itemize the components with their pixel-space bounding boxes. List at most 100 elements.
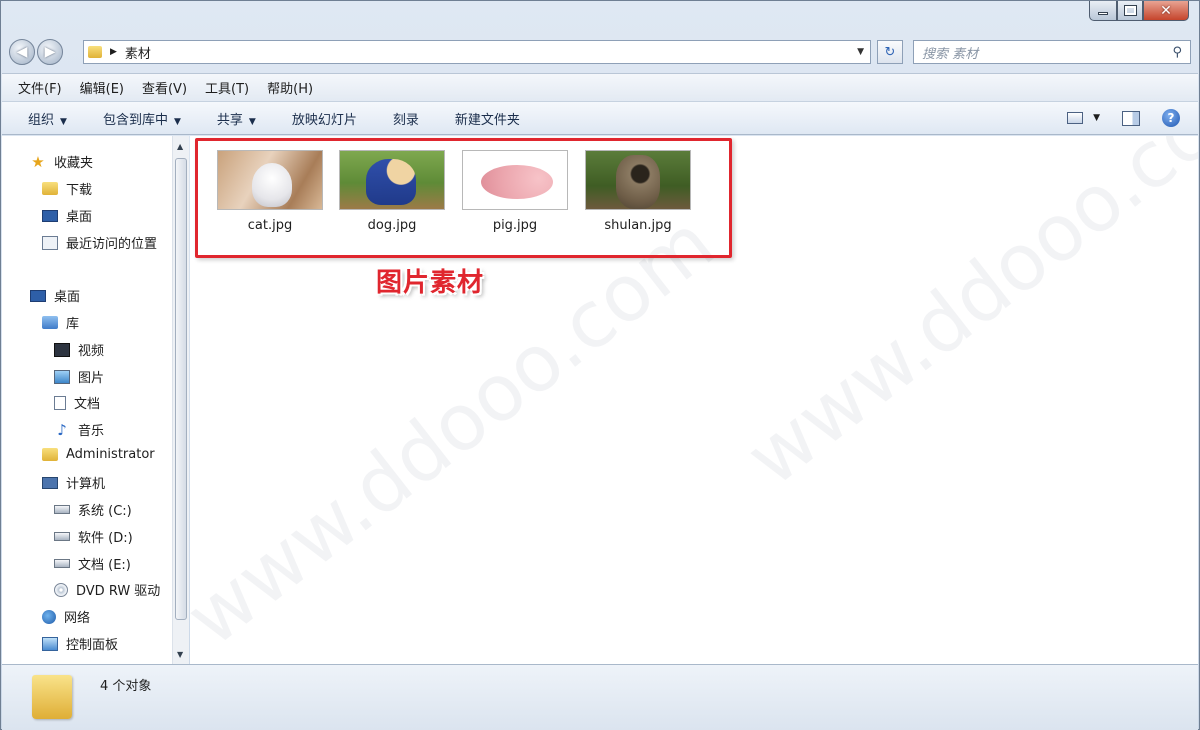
address-bar[interactable]: ▶ 素材 ▼ bbox=[83, 40, 871, 64]
annotation-label: 图片素材 bbox=[376, 268, 485, 298]
scroll-up-icon[interactable]: ▲ bbox=[177, 142, 183, 151]
pig-thumbnail[interactable] bbox=[462, 150, 568, 210]
user-folder-icon bbox=[42, 448, 58, 461]
organize-label: 组织 bbox=[28, 112, 55, 128]
organize-button[interactable]: 组织 ▼ bbox=[28, 109, 67, 128]
share-button[interactable]: 共享 ▼ bbox=[217, 109, 256, 128]
nav-label: DVD RW 驱动 bbox=[76, 584, 161, 599]
menu-edit[interactable]: 编辑(E) bbox=[80, 78, 124, 97]
file-item[interactable]: cat.jpg bbox=[214, 150, 326, 233]
drive-icon bbox=[54, 559, 70, 568]
help-icon[interactable]: ? bbox=[1162, 109, 1180, 127]
share-label: 共享 bbox=[216, 112, 243, 128]
forward-button[interactable]: ▶ bbox=[37, 39, 63, 65]
refresh-button[interactable]: ↻ bbox=[877, 40, 903, 64]
library-icon bbox=[42, 316, 58, 329]
minimize-button[interactable] bbox=[1089, 1, 1117, 21]
navigation-pane: ★ 收藏夹 下载 桌面 最近访问的位置 桌面 库 视频 图片 文档 ♪ 音乐 Adm… bbox=[2, 136, 189, 664]
refresh-icon: ↻ bbox=[884, 44, 896, 60]
status-bar: 4 个对象 bbox=[2, 664, 1198, 730]
nav-scrollbar[interactable]: ▲ ▼ bbox=[172, 136, 189, 664]
desktop-icon bbox=[42, 209, 58, 222]
burn-button[interactable]: 刻录 bbox=[393, 109, 419, 128]
nav-computer[interactable]: 计算机 bbox=[42, 473, 105, 492]
preview-pane-icon[interactable] bbox=[1122, 110, 1140, 126]
recent-places-icon bbox=[42, 235, 58, 250]
maximize-button[interactable] bbox=[1117, 1, 1143, 21]
explorer-window: ✕ ◀ ▶ ▶ 素材 ▼ ↻ 搜索 素材 ⚲ 文件(F) 编辑(E) 查看(V)… bbox=[0, 0, 1200, 730]
menu-help[interactable]: 帮助(H) bbox=[267, 78, 313, 97]
new-folder-button[interactable]: 新建文件夹 bbox=[455, 109, 520, 128]
scroll-down-icon[interactable]: ▼ bbox=[177, 650, 183, 659]
nav-network[interactable]: 网络 bbox=[42, 607, 90, 626]
nav-label: 库 bbox=[66, 317, 80, 332]
menu-file[interactable]: 文件(F) bbox=[18, 78, 62, 97]
nav-dvd-drive[interactable]: DVD RW 驱动 bbox=[54, 580, 160, 599]
file-item[interactable]: shulan.jpg bbox=[582, 150, 694, 233]
nav-drive-e[interactable]: 文档 (E:) bbox=[54, 554, 131, 573]
slideshow-button[interactable]: 放映幻灯片 bbox=[292, 109, 357, 128]
include-in-library-label: 包含到库中 bbox=[102, 112, 168, 128]
forward-arrow-icon: ▶ bbox=[44, 44, 56, 60]
view-controls: ▼ ? bbox=[1067, 109, 1180, 127]
menu-view[interactable]: 查看(V) bbox=[142, 78, 187, 97]
nav-label: 文档 (E:) bbox=[78, 558, 131, 573]
scroll-thumb[interactable] bbox=[175, 158, 187, 620]
nav-videos[interactable]: 视频 bbox=[54, 340, 104, 359]
folder-icon bbox=[88, 46, 102, 58]
desktop-icon bbox=[30, 289, 46, 302]
nav-label: 最近访问的位置 bbox=[66, 237, 158, 252]
drive-icon bbox=[54, 505, 70, 514]
back-arrow-icon: ◀ bbox=[16, 44, 28, 60]
download-folder-icon bbox=[42, 182, 58, 195]
menu-tools[interactable]: 工具(T) bbox=[205, 78, 249, 97]
cat-thumbnail[interactable] bbox=[217, 150, 323, 210]
nav-administrator[interactable]: Administrator bbox=[42, 447, 155, 462]
breadcrumb-current[interactable]: 素材 bbox=[125, 43, 151, 62]
document-icon bbox=[54, 395, 66, 410]
search-input[interactable]: 搜索 素材 ⚲ bbox=[913, 40, 1191, 64]
nav-label: 控制面板 bbox=[66, 638, 119, 653]
change-view-button[interactable]: ▼ bbox=[1067, 112, 1100, 124]
address-dropdown-icon[interactable]: ▼ bbox=[857, 47, 864, 57]
include-in-library-button[interactable]: 包含到库中 ▼ bbox=[103, 109, 181, 128]
nav-favorites[interactable]: ★ 收藏夹 bbox=[30, 152, 93, 172]
picture-icon bbox=[54, 369, 70, 384]
file-view[interactable]: www.ddooo.com www.ddooo.com cat.jpg dog.… bbox=[190, 136, 1198, 664]
nav-libraries[interactable]: 库 bbox=[42, 313, 79, 332]
music-icon: ♪ bbox=[57, 420, 67, 439]
nav-desktop-favorite[interactable]: 桌面 bbox=[42, 206, 92, 225]
nav-label: 系统 (C:) bbox=[78, 504, 132, 519]
minimize-icon bbox=[1098, 12, 1108, 15]
nav-downloads[interactable]: 下载 bbox=[42, 179, 92, 198]
nav-control-panel[interactable]: 控制面板 bbox=[42, 634, 118, 653]
close-button[interactable]: ✕ bbox=[1143, 1, 1189, 21]
dvd-icon bbox=[54, 582, 68, 597]
chevron-down-icon: ▼ bbox=[1093, 113, 1100, 123]
nav-recent-places[interactable]: 最近访问的位置 bbox=[42, 233, 157, 252]
video-icon bbox=[54, 342, 70, 357]
file-item[interactable]: dog.jpg bbox=[336, 150, 448, 233]
nav-drive-c[interactable]: 系统 (C:) bbox=[54, 500, 132, 519]
nav-pictures[interactable]: 图片 bbox=[54, 367, 104, 386]
drive-icon bbox=[54, 532, 70, 541]
dog-thumbnail[interactable] bbox=[339, 150, 445, 210]
nav-music[interactable]: ♪ 音乐 bbox=[54, 420, 104, 440]
nav-documents[interactable]: 文档 bbox=[54, 393, 100, 412]
file-item[interactable]: pig.jpg bbox=[459, 150, 571, 233]
computer-icon bbox=[42, 476, 58, 489]
nav-label: 图片 bbox=[78, 371, 105, 386]
maximize-icon bbox=[1123, 5, 1137, 16]
file-name: shulan.jpg bbox=[604, 218, 672, 233]
nav-label: 桌面 bbox=[66, 210, 93, 225]
sloth-thumbnail[interactable] bbox=[585, 150, 691, 210]
search-placeholder: 搜索 素材 bbox=[922, 46, 979, 62]
nav-label: 计算机 bbox=[66, 477, 106, 492]
breadcrumb-separator-icon[interactable]: ▶ bbox=[110, 47, 117, 57]
nav-drive-d[interactable]: 软件 (D:) bbox=[54, 527, 133, 546]
search-icon[interactable]: ⚲ bbox=[1172, 45, 1182, 60]
nav-desktop[interactable]: 桌面 bbox=[30, 286, 80, 305]
view-icon bbox=[1067, 112, 1084, 124]
back-button[interactable]: ◀ bbox=[9, 39, 35, 65]
nav-label: 视频 bbox=[78, 344, 105, 359]
